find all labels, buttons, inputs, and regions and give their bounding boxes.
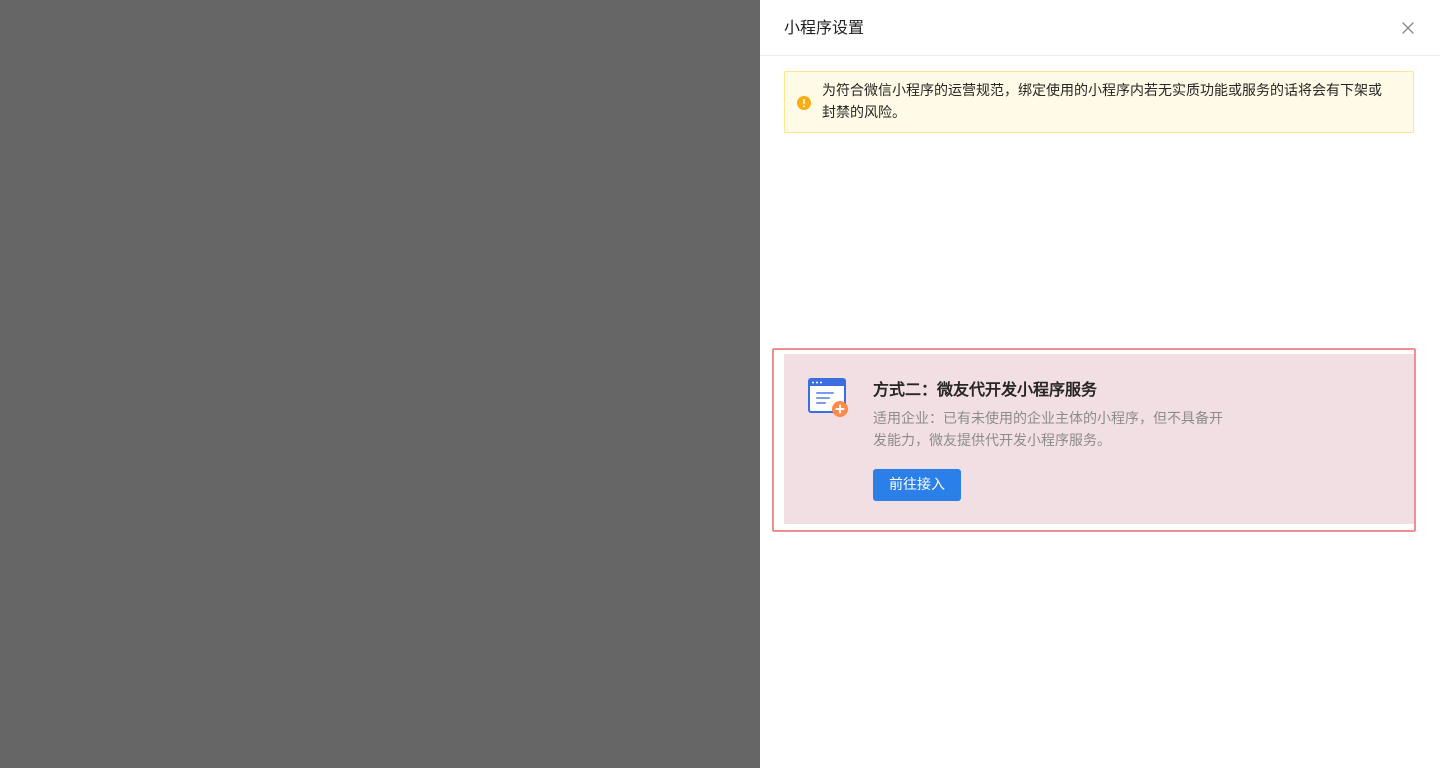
drawer-header: 小程序设置	[760, 0, 1440, 56]
close-icon[interactable]	[1398, 18, 1418, 38]
warning-alert: 为符合微信小程序的运营规范，绑定使用的小程序内若无实质功能或服务的话将会有下架或…	[784, 71, 1414, 133]
alert-message: 为符合微信小程序的运营规范，绑定使用的小程序内若无实质功能或服务的话将会有下架或…	[822, 83, 1382, 121]
exclamation-circle-icon	[797, 95, 811, 110]
settings-drawer: 小程序设置 为符合微信小程序的运营规范，绑定使用的小程序内若无实质功能或服务的话…	[760, 0, 1440, 768]
drawer-title: 小程序设置	[784, 18, 865, 37]
modal-overlay[interactable]	[0, 0, 760, 768]
highlight-frame	[772, 348, 1416, 532]
